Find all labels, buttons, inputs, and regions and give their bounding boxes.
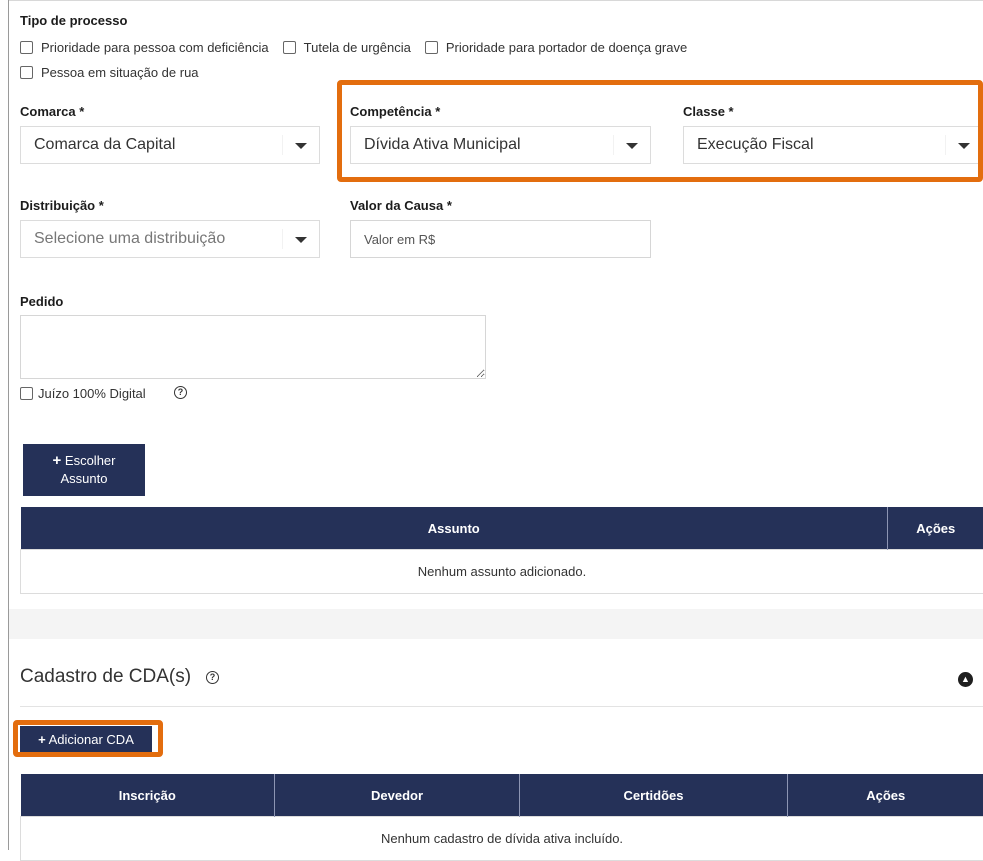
classe-value: Execução Fiscal bbox=[697, 136, 814, 154]
distribuicao-placeholder: Selecione uma distribuição bbox=[34, 230, 225, 248]
checkbox-juizo-digital[interactable] bbox=[20, 387, 33, 400]
plus-icon: + bbox=[53, 452, 62, 469]
checkbox-tutela-urgencia[interactable] bbox=[283, 41, 296, 54]
assunto-table-header: Assunto Ações bbox=[21, 507, 983, 550]
help-icon[interactable]: ? bbox=[174, 386, 187, 399]
juizo-digital-row: Juízo 100% Digital bbox=[20, 386, 146, 401]
valor-causa-input[interactable] bbox=[350, 220, 651, 258]
cda-table-header: Inscrição Devedor Certidões Ações bbox=[21, 774, 983, 817]
chevron-down-icon bbox=[958, 143, 970, 149]
tipo-processo-options-row2: Pessoa em situação de rua bbox=[20, 65, 213, 80]
checkbox-prioridade-deficiencia-label: Prioridade para pessoa com deficiência bbox=[41, 40, 269, 55]
checkbox-prioridade-doenca-grave-label: Prioridade para portador de doença grave bbox=[446, 40, 687, 55]
distribuicao-divider bbox=[282, 229, 283, 249]
comarca-value: Comarca da Capital bbox=[34, 136, 175, 154]
table-row: Nenhum cadastro de dívida ativa incluído… bbox=[21, 817, 983, 861]
section-separator bbox=[9, 609, 983, 639]
chevron-up-icon[interactable]: ▲ bbox=[958, 672, 973, 687]
frame-top-border bbox=[8, 0, 983, 1]
column-header-assunto: Assunto bbox=[21, 507, 888, 550]
checkbox-situacao-rua[interactable] bbox=[20, 66, 33, 79]
escolher-assunto-label-line1: Escolher bbox=[65, 453, 116, 468]
classe-select[interactable]: Execução Fiscal bbox=[683, 126, 983, 164]
column-header-acoes: Ações bbox=[888, 507, 983, 550]
column-header-certidoes: Certidões bbox=[520, 774, 788, 817]
classe-label: Classe * bbox=[683, 104, 734, 119]
competencia-select[interactable]: Dívida Ativa Municipal bbox=[350, 126, 651, 164]
adicionar-cda-button[interactable]: + Adicionar CDA bbox=[20, 726, 152, 752]
checkbox-tutela-urgencia-label: Tutela de urgência bbox=[304, 40, 411, 55]
competencia-label: Competência * bbox=[350, 104, 440, 119]
frame-left-border bbox=[8, 0, 9, 850]
pedido-textarea[interactable] bbox=[20, 315, 486, 379]
escolher-assunto-label-line2: Assunto bbox=[61, 471, 108, 486]
empty-message: Nenhum assunto adicionado. bbox=[21, 550, 983, 594]
checkbox-prioridade-doenca-grave[interactable] bbox=[425, 41, 438, 54]
valor-causa-label: Valor da Causa * bbox=[350, 198, 452, 213]
cda-table: Inscrição Devedor Certidões Ações Nenhum… bbox=[20, 774, 983, 861]
chevron-down-icon bbox=[295, 237, 307, 243]
adicionar-cda-label: Adicionar CDA bbox=[49, 732, 134, 747]
distribuicao-select[interactable]: Selecione uma distribuição bbox=[20, 220, 320, 258]
column-header-inscricao: Inscrição bbox=[21, 774, 275, 817]
cda-section-title: Cadastro de CDA(s) bbox=[20, 666, 191, 688]
column-header-acoes: Ações bbox=[788, 774, 983, 817]
tipo-processo-options-row1: Prioridade para pessoa com deficiência T… bbox=[20, 40, 701, 55]
juizo-digital-label: Juízo 100% Digital bbox=[38, 386, 146, 401]
distribuicao-label: Distribuição * bbox=[20, 198, 104, 213]
chevron-down-icon bbox=[626, 143, 638, 149]
table-row: Nenhum assunto adicionado. bbox=[21, 550, 983, 594]
checkbox-prioridade-deficiencia[interactable] bbox=[20, 41, 33, 54]
competencia-divider bbox=[613, 135, 614, 155]
comarca-label: Comarca * bbox=[20, 104, 84, 119]
escolher-assunto-button[interactable]: + Escolher Assunto bbox=[23, 444, 145, 496]
chevron-down-icon bbox=[295, 143, 307, 149]
plus-icon: + bbox=[38, 732, 46, 747]
column-header-devedor: Devedor bbox=[275, 774, 520, 817]
cda-section-divider bbox=[20, 706, 983, 707]
help-icon[interactable]: ? bbox=[206, 671, 219, 684]
assunto-table: Assunto Ações Nenhum assunto adicionado. bbox=[20, 507, 983, 594]
tipo-processo-label: Tipo de processo bbox=[20, 13, 127, 28]
checkbox-situacao-rua-label: Pessoa em situação de rua bbox=[41, 65, 199, 80]
empty-message: Nenhum cadastro de dívida ativa incluído… bbox=[21, 817, 983, 861]
comarca-divider bbox=[282, 135, 283, 155]
classe-divider bbox=[945, 135, 946, 155]
competencia-value: Dívida Ativa Municipal bbox=[364, 136, 521, 154]
comarca-select[interactable]: Comarca da Capital bbox=[20, 126, 320, 164]
pedido-label: Pedido bbox=[20, 294, 63, 309]
